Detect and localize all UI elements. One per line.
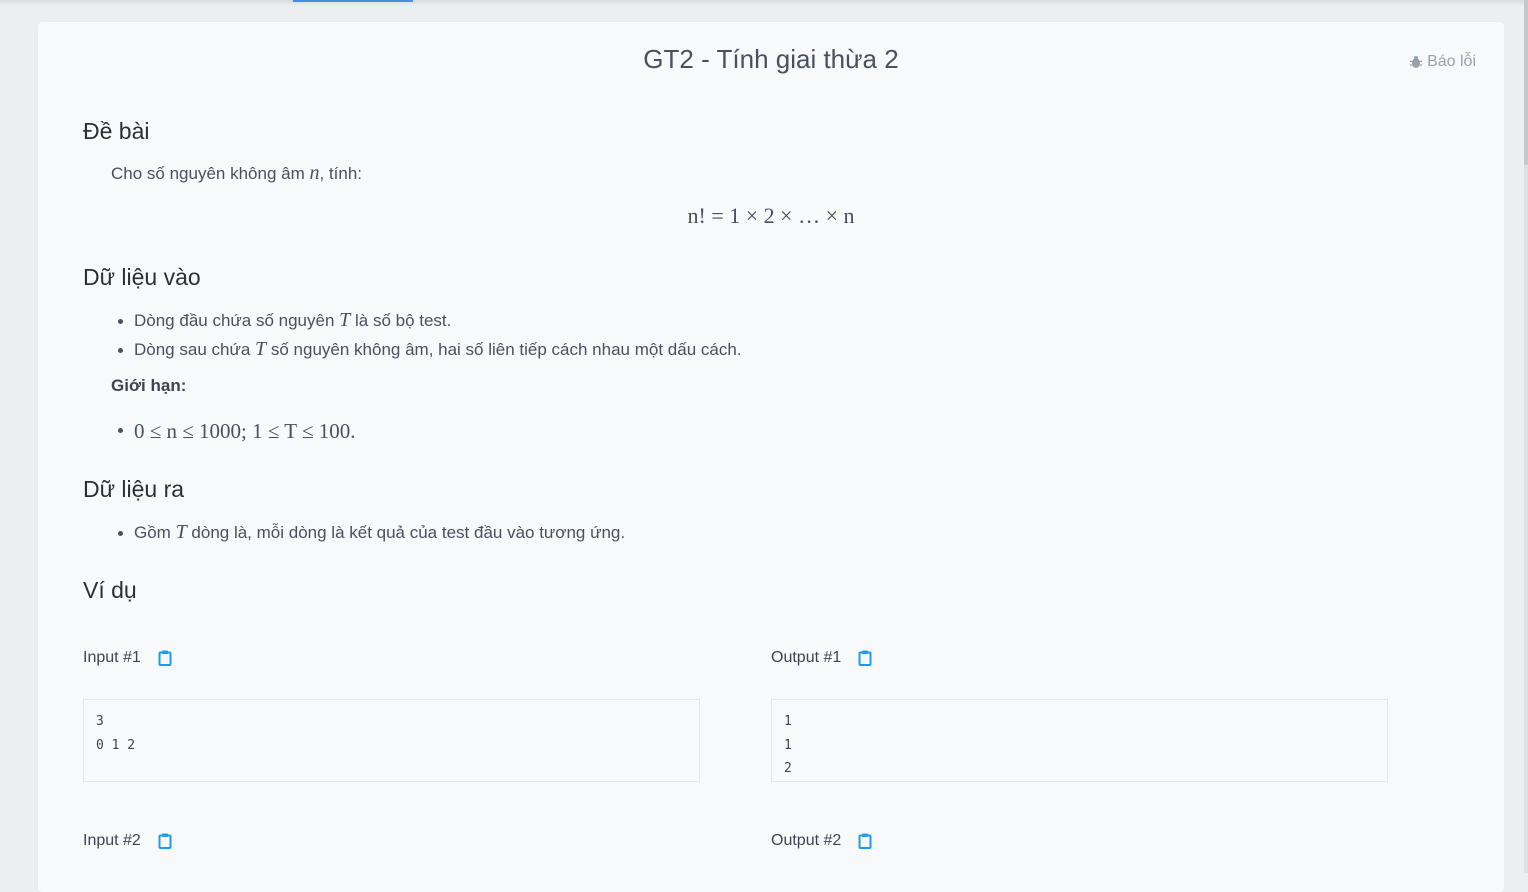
output-1-box[interactable]: 1 1 2 (771, 699, 1388, 782)
report-error-link[interactable]: Báo lỗi (1409, 53, 1476, 71)
input-item-variable: T (339, 309, 351, 331)
formula-text: n! = 1 × 2 × … × n (687, 203, 855, 228)
output-list: Gồm T dòng là, mỗi dòng là kết quả của t… (113, 518, 625, 547)
examples-heading: Ví dụ (83, 577, 137, 603)
input-1-label-text: Input #1 (83, 649, 141, 666)
top-bar-shadow (0, 0, 1528, 6)
statement-intro: Cho số nguyên không âm n, tính: (111, 162, 362, 185)
output-1-label-text: Output #1 (771, 649, 842, 666)
problem-card: GT2 - Tính giai thừa 2 Báo lỗi Đề bài Ch… (38, 22, 1504, 892)
input-item-text: số nguyên không âm, hai số liên tiếp các… (266, 340, 742, 359)
intro-text-after: , tính: (319, 164, 362, 183)
input-item: Dòng sau chứa T số nguyên không âm, hai … (113, 335, 742, 364)
input-item-text: Dòng đầu chứa số nguyên (134, 311, 340, 330)
limits-item: 0 ≤ n ≤ 1000; 1 ≤ T ≤ 100. (113, 415, 356, 449)
input-list: Dòng đầu chứa số nguyên T là số bộ test.… (113, 306, 742, 364)
output-item-variable: T (175, 521, 187, 543)
input-item-variable: T (255, 338, 267, 360)
input-line: 3 (96, 714, 104, 729)
output-item-text: Gồm (134, 523, 176, 542)
input-1-label: Input #1 (83, 649, 172, 667)
page-title: GT2 - Tính giai thừa 2 (643, 44, 899, 74)
output-line: 2 (784, 761, 792, 776)
output-line: 1 (784, 714, 792, 729)
active-tab-indicator (293, 0, 413, 2)
clipboard-icon[interactable] (858, 833, 872, 849)
output-item-text: dòng là, mỗi dòng là kết quả của test đầ… (186, 523, 626, 542)
page-scrollbar[interactable] (1524, 0, 1528, 873)
input-2-label-text: Input #2 (83, 832, 141, 849)
limits-list: 0 ≤ n ≤ 1000; 1 ≤ T ≤ 100. (113, 415, 356, 449)
input-1-box[interactable]: 3 0 1 2 (83, 699, 700, 782)
output-2-label: Output #2 (771, 832, 872, 850)
output-heading: Dữ liệu ra (83, 476, 185, 502)
clipboard-icon[interactable] (858, 650, 872, 666)
output-line: 1 (784, 737, 792, 753)
bug-icon (1409, 56, 1423, 68)
report-error-label: Báo lỗi (1427, 53, 1476, 70)
output-item: Gồm T dòng là, mỗi dòng là kết quả của t… (113, 518, 625, 547)
input-2-label: Input #2 (83, 832, 172, 850)
input-line: 0 1 2 (96, 737, 136, 753)
input-item-text: Dòng sau chứa (134, 340, 256, 359)
factorial-formula: n! = 1 × 2 × … × n (38, 203, 1504, 229)
statement-heading: Đề bài (83, 118, 150, 144)
clipboard-icon[interactable] (158, 650, 172, 666)
input-heading: Dữ liệu vào (83, 264, 201, 290)
input-item-text: là số bộ test. (350, 311, 452, 330)
limits-label: Giới hạn: (111, 376, 187, 395)
clipboard-icon[interactable] (158, 833, 172, 849)
scrollbar-thumb[interactable] (1524, 0, 1528, 165)
intro-variable: n (309, 162, 320, 184)
input-item: Dòng đầu chứa số nguyên T là số bộ test. (113, 306, 742, 335)
output-2-label-text: Output #2 (771, 832, 842, 849)
limits-formula: 0 ≤ n ≤ 1000; 1 ≤ T ≤ 100. (134, 419, 356, 443)
intro-text-before: Cho số nguyên không âm (111, 164, 310, 183)
output-1-label: Output #1 (771, 649, 872, 667)
